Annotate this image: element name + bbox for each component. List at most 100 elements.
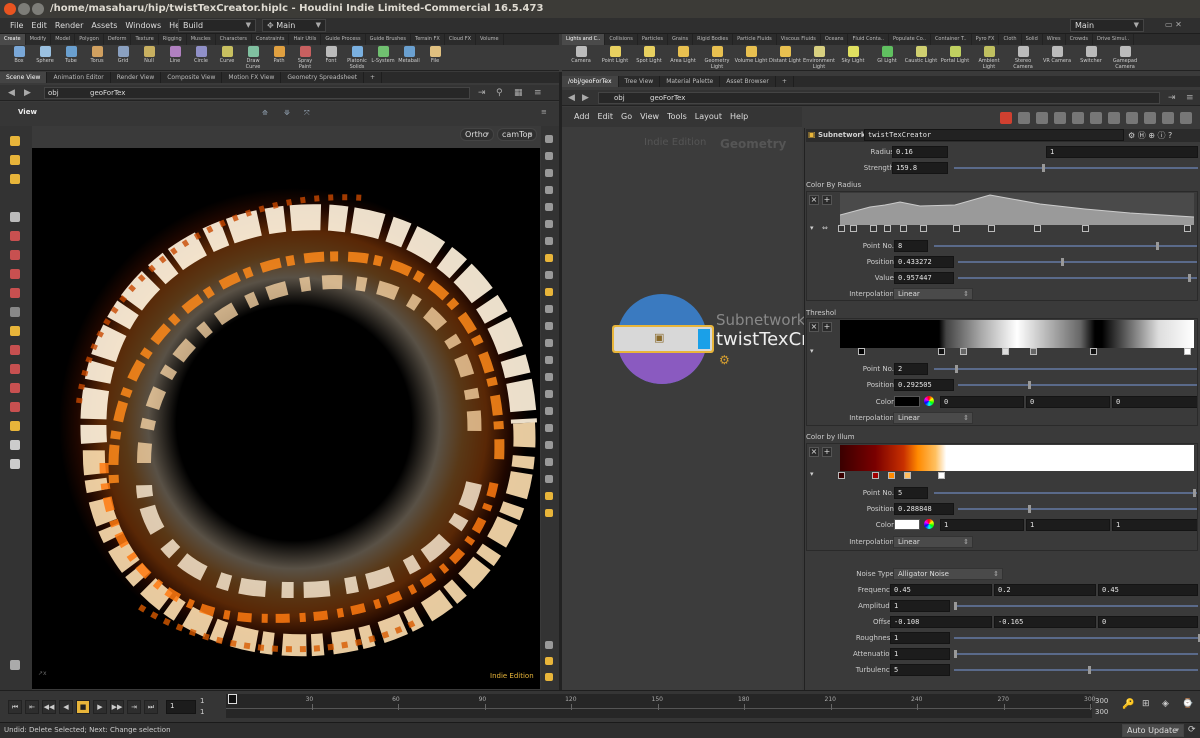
camera-combo[interactable]: camTop ▾ bbox=[497, 128, 537, 141]
ramp-flip-icon[interactable]: ⇔ bbox=[822, 224, 828, 232]
shelf-tool-gi-light[interactable]: GI Light bbox=[870, 45, 904, 70]
ramp-key-marker[interactable] bbox=[960, 348, 967, 355]
shelf-tab[interactable]: Characters bbox=[216, 34, 252, 45]
shelf-tab[interactable]: Collisions bbox=[605, 34, 638, 45]
ortho-combo[interactable]: Ortho ▾ bbox=[460, 128, 494, 141]
layout-icon[interactable]: ▦ bbox=[514, 88, 523, 98]
shelf-tab[interactable]: Guide Brushes bbox=[366, 34, 411, 45]
list-icon[interactable] bbox=[1018, 112, 1030, 124]
roughness-slider[interactable] bbox=[954, 634, 1200, 642]
numbers-icon[interactable] bbox=[541, 353, 557, 369]
path-node[interactable]: geoForTex bbox=[650, 93, 685, 103]
shelf-tab[interactable]: Grains bbox=[668, 34, 694, 45]
shelf-tab[interactable]: Particle Fluids bbox=[733, 34, 777, 45]
shelf-tool-grid[interactable]: Grid bbox=[110, 45, 136, 70]
shelf-tool-distant-light[interactable]: Distant Light bbox=[768, 45, 802, 70]
desktop-build-combo[interactable]: Build ▼ bbox=[178, 19, 256, 32]
render-icon[interactable] bbox=[541, 370, 557, 386]
shelf-tool-box[interactable]: Box bbox=[6, 45, 32, 70]
offset-field-x[interactable]: -0.108 bbox=[890, 616, 992, 628]
add-tab-icon[interactable]: + bbox=[776, 76, 794, 87]
shelf-tab[interactable]: Volume bbox=[476, 34, 504, 45]
normals-icon[interactable] bbox=[541, 319, 557, 335]
shelf-tool-platonic-solids[interactable]: Platonic Solids bbox=[344, 45, 370, 70]
channel-icon[interactable]: ⊞ bbox=[1142, 699, 1150, 709]
teapot-icon[interactable] bbox=[0, 455, 32, 474]
pane-tab[interactable]: Tree View bbox=[619, 76, 661, 87]
slider-knob[interactable] bbox=[1088, 666, 1092, 674]
render-canvas[interactable]: Indie Edition ↗x bbox=[32, 148, 540, 689]
text-icon[interactable] bbox=[541, 472, 557, 488]
shelf-tool-font[interactable]: Font bbox=[318, 45, 344, 70]
ramp-delete-button[interactable]: × bbox=[809, 447, 819, 457]
shelf-tool-spray-paint[interactable]: Spray Paint bbox=[292, 45, 318, 70]
network-menu-layout[interactable]: Layout bbox=[691, 107, 726, 127]
pane-tab[interactable]: Asset Browser bbox=[720, 76, 776, 87]
safe-area-icon[interactable] bbox=[541, 506, 557, 522]
path-root[interactable]: obj bbox=[48, 88, 59, 98]
slider-knob[interactable] bbox=[1041, 164, 1045, 172]
slider-knob[interactable] bbox=[954, 650, 957, 658]
volumes-icon[interactable] bbox=[541, 455, 557, 471]
rotate-icon[interactable] bbox=[0, 246, 32, 265]
ramp-key-marker[interactable] bbox=[858, 348, 865, 355]
frame-all-icon[interactable] bbox=[541, 654, 557, 670]
shelf-tab[interactable]: Hair Utils bbox=[289, 34, 322, 45]
shelf-tool-null[interactable]: Null bbox=[136, 45, 162, 70]
ramp-menu-icon[interactable]: ▾ bbox=[810, 470, 814, 478]
ramp-key-marker[interactable] bbox=[1184, 225, 1191, 232]
step-back-icon[interactable]: ◀◀ bbox=[42, 700, 56, 714]
ramp-add-button[interactable]: + bbox=[822, 322, 832, 332]
pane-tab[interactable]: Material Palette bbox=[660, 76, 721, 87]
lasso-icon[interactable] bbox=[0, 379, 32, 398]
stop-icon[interactable]: ■ bbox=[76, 700, 90, 714]
ramp-key-marker[interactable] bbox=[838, 225, 845, 232]
shelf-tab[interactable]: Lights and C.. bbox=[562, 34, 606, 45]
timeline-playhead[interactable] bbox=[228, 694, 237, 704]
shelf-tool-gamepad-camera[interactable]: Gamepad Camera bbox=[1108, 45, 1142, 70]
roughness-field[interactable]: 1 bbox=[890, 632, 950, 644]
network-menu-help[interactable]: Help bbox=[726, 107, 752, 127]
attenuation-slider[interactable] bbox=[954, 650, 1198, 658]
play-reverse-icon[interactable]: ◀ bbox=[59, 700, 73, 714]
desktop-right-combo[interactable]: Main ▼ bbox=[1070, 19, 1144, 32]
light-bulb-icon[interactable] bbox=[541, 251, 557, 267]
current-frame-field[interactable]: 1 bbox=[166, 700, 196, 714]
param-tools-icons[interactable]: ⚙ Ⓗ ⊕ ⓘ ? bbox=[1128, 130, 1172, 141]
radius-field-2[interactable]: 1 bbox=[1046, 146, 1198, 158]
ortho-icon[interactable] bbox=[541, 421, 557, 437]
shelf-tab[interactable]: Modify bbox=[26, 34, 52, 45]
shelf-tab[interactable]: Rigging bbox=[159, 34, 187, 45]
ramp-curve-editor[interactable] bbox=[839, 193, 1195, 225]
ramp-key-marker[interactable] bbox=[920, 225, 927, 232]
ramp-menu-icon[interactable]: ▾ bbox=[810, 347, 814, 355]
shelf-tool-draw-curve[interactable]: Draw Curve bbox=[240, 45, 266, 70]
network-menu-go[interactable]: Go bbox=[617, 107, 636, 127]
shelf-tab[interactable]: Guide Process bbox=[321, 34, 366, 45]
snap-icon[interactable] bbox=[0, 341, 32, 360]
paint-icon[interactable] bbox=[0, 322, 32, 341]
ramp-key-marker[interactable] bbox=[953, 225, 960, 232]
zoom-icon[interactable] bbox=[1162, 112, 1174, 124]
turbulence-field[interactable]: 5 bbox=[890, 664, 950, 676]
ramp-key-marker[interactable] bbox=[988, 225, 995, 232]
viewport-menu-icon[interactable]: ≡ bbox=[541, 108, 547, 116]
window-controls-icon[interactable]: ▭ ✕ bbox=[1165, 20, 1182, 29]
link-icon[interactable]: ⚲ bbox=[496, 88, 503, 98]
pane-tab[interactable]: Scene View bbox=[0, 72, 48, 83]
pane-tab[interactable]: Composite View bbox=[161, 72, 223, 83]
ramp-key-marker[interactable] bbox=[938, 348, 945, 355]
info-icon[interactable] bbox=[1108, 112, 1120, 124]
pane-menu-icon[interactable]: ≡ bbox=[534, 88, 542, 98]
points-icon[interactable] bbox=[541, 302, 557, 318]
shelf-tab[interactable]: Cloud FX bbox=[445, 34, 477, 45]
network-menu-edit[interactable]: Edit bbox=[594, 107, 618, 127]
offset-field-y[interactable]: -0.165 bbox=[994, 616, 1096, 628]
noise-type-dropdown[interactable]: Alligator Noise ⇕ bbox=[893, 568, 1003, 580]
camera-frame-icon[interactable] bbox=[541, 489, 557, 505]
shelf-tool-ambient-light[interactable]: Ambient Light bbox=[972, 45, 1006, 70]
strength-slider[interactable] bbox=[954, 164, 1198, 172]
wire-icon[interactable] bbox=[541, 183, 557, 199]
pin-view-icon[interactable] bbox=[0, 656, 32, 675]
display-options-icon[interactable] bbox=[541, 132, 557, 148]
